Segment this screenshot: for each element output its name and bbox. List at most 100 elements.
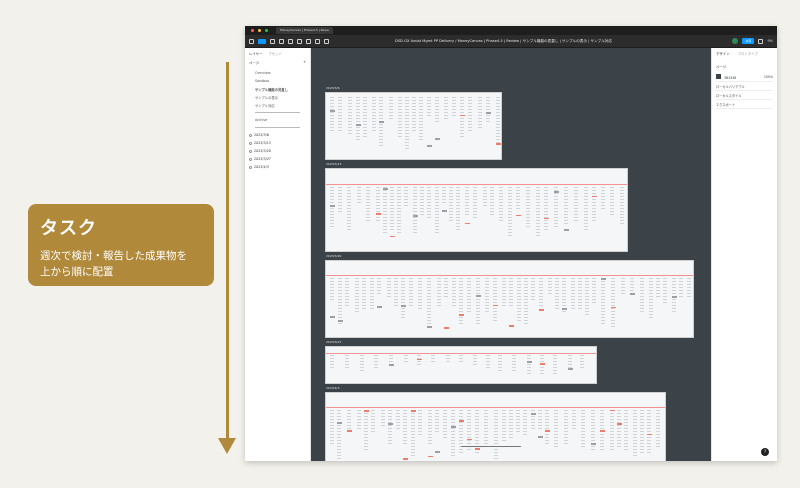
local-variables-row[interactable]: ローカルバリアブル	[716, 82, 773, 91]
frame-column	[376, 187, 380, 222]
frame-note	[476, 294, 481, 297]
file-tab[interactable]: MoneyCanvas | Phase4-5 | Revie	[276, 27, 333, 34]
page-item-week[interactable]: 2023/3/20	[249, 147, 306, 155]
frame-note	[562, 307, 567, 310]
frame-column	[483, 187, 487, 208]
frame-week-3[interactable]	[325, 260, 694, 338]
frame-column	[527, 354, 531, 374]
shape-tool-icon[interactable]	[279, 38, 284, 44]
frame-column	[485, 277, 489, 314]
page-item-week[interactable]: 2023/4/3	[249, 163, 306, 171]
frame-column	[633, 409, 637, 457]
frame-note	[564, 229, 569, 232]
page-dot-icon	[249, 133, 252, 137]
page-item-week[interactable]: 2023/3/13	[249, 139, 306, 147]
tab-assets[interactable]: アセット	[268, 51, 282, 56]
frame-column	[526, 187, 530, 230]
frame-note	[554, 191, 559, 194]
page-item-current[interactable]: サンプル機能の見直し	[249, 85, 306, 93]
page-item-week[interactable]: 2023/3/27	[249, 155, 306, 163]
page-item-sandbox[interactable]: Sandbox	[249, 77, 306, 85]
tab-layers[interactable]: レイヤー	[249, 51, 262, 56]
frame-column	[611, 277, 615, 328]
frame-column	[555, 277, 559, 311]
export-row[interactable]: エクスポート	[716, 100, 773, 109]
file-title[interactable]: DSD-GX Assist Mgmt PP Delivery / MoneyCa…	[395, 39, 612, 44]
page-dot-icon	[249, 149, 252, 153]
frame-note	[413, 214, 418, 217]
frame-week-4[interactable]	[325, 346, 597, 384]
frame-note	[592, 195, 597, 198]
frame-note	[509, 325, 514, 327]
frame-column	[516, 409, 520, 432]
frame-column	[544, 187, 548, 231]
frame-tool-icon[interactable]	[270, 38, 275, 44]
frame-week-1[interactable]	[325, 92, 502, 160]
frame-column	[427, 187, 431, 218]
tab-design[interactable]: デザイン	[716, 51, 730, 56]
frame-note	[376, 213, 381, 215]
page-label: 2023/3/27	[254, 157, 271, 161]
browser-tabbar: MoneyCanvas | Phase4-5 | Revie	[245, 26, 777, 35]
bg-opacity[interactable]: 100%	[764, 75, 773, 79]
resources-icon[interactable]	[306, 38, 311, 44]
maximize-window-icon[interactable]	[265, 29, 268, 32]
text-tool-icon[interactable]	[297, 38, 302, 44]
move-tool-icon[interactable]	[258, 38, 266, 44]
frame-column	[404, 187, 408, 208]
frame-label: 2023/3/13	[326, 162, 342, 166]
comment-tool-icon[interactable]	[324, 38, 329, 44]
design-canvas[interactable]: 2023/3/6 2023/3/13 2023/3/20 2023/3/27 2…	[311, 48, 711, 461]
hand-tool-icon[interactable]	[315, 38, 320, 44]
frame-column	[330, 187, 334, 229]
frame-column	[435, 97, 439, 123]
bg-hex[interactable]: 3B4348	[724, 76, 736, 80]
frame-column	[330, 97, 334, 132]
frame-column	[383, 187, 387, 234]
frame-column	[364, 409, 368, 452]
page-item-overview[interactable]: Overview	[249, 69, 306, 77]
page-item-response[interactable]: サンプル対応	[249, 101, 306, 109]
frame-column	[509, 409, 513, 439]
frame-divider-line	[326, 274, 693, 276]
frame-column	[562, 277, 566, 312]
frame-column	[553, 354, 557, 374]
page-item-archive[interactable]: Archive	[249, 116, 306, 124]
page-background-row[interactable]: 3B4348 100%	[716, 73, 773, 82]
frame-column	[388, 409, 392, 446]
frame-column	[345, 277, 349, 306]
frame-column	[601, 187, 605, 212]
share-button[interactable]: 共有	[742, 38, 755, 44]
frame-column	[394, 277, 398, 308]
present-icon[interactable]	[758, 38, 764, 44]
pen-tool-icon[interactable]	[288, 38, 293, 44]
frame-column	[574, 187, 578, 224]
frame-column	[446, 354, 450, 364]
minimize-window-icon[interactable]	[258, 29, 261, 32]
frame-week-5[interactable]	[325, 392, 666, 461]
frame-column	[478, 97, 482, 131]
color-swatch[interactable]	[716, 74, 721, 79]
frame-column	[356, 97, 360, 142]
page-label: Overview	[255, 71, 271, 75]
frame-note	[459, 314, 464, 316]
page-item-display[interactable]: サンプルの表示	[249, 93, 306, 101]
frame-divider-line	[326, 406, 665, 408]
frame-note	[539, 309, 544, 311]
tab-prototype[interactable]: プロトタイプ	[738, 51, 758, 56]
close-window-icon[interactable]	[251, 29, 254, 32]
avatar[interactable]	[732, 38, 739, 44]
local-styles-row[interactable]: ローカルスタイル	[716, 91, 773, 100]
page-item-week[interactable]: 2023/3/6	[249, 131, 306, 139]
zoom-level[interactable]: 9%	[767, 39, 773, 43]
menu-icon[interactable]	[249, 38, 254, 44]
frame-column	[672, 277, 676, 312]
page-label: 2023/4/3	[254, 165, 269, 169]
canvas-scrollbar[interactable]	[461, 445, 521, 447]
add-page-icon[interactable]: +	[303, 60, 306, 65]
frame-note	[647, 433, 652, 436]
help-button[interactable]: ?	[761, 448, 769, 456]
page-label: サンプル機能の見直し	[255, 87, 288, 92]
frame-week-2[interactable]	[325, 168, 628, 252]
frame-column	[585, 277, 589, 315]
